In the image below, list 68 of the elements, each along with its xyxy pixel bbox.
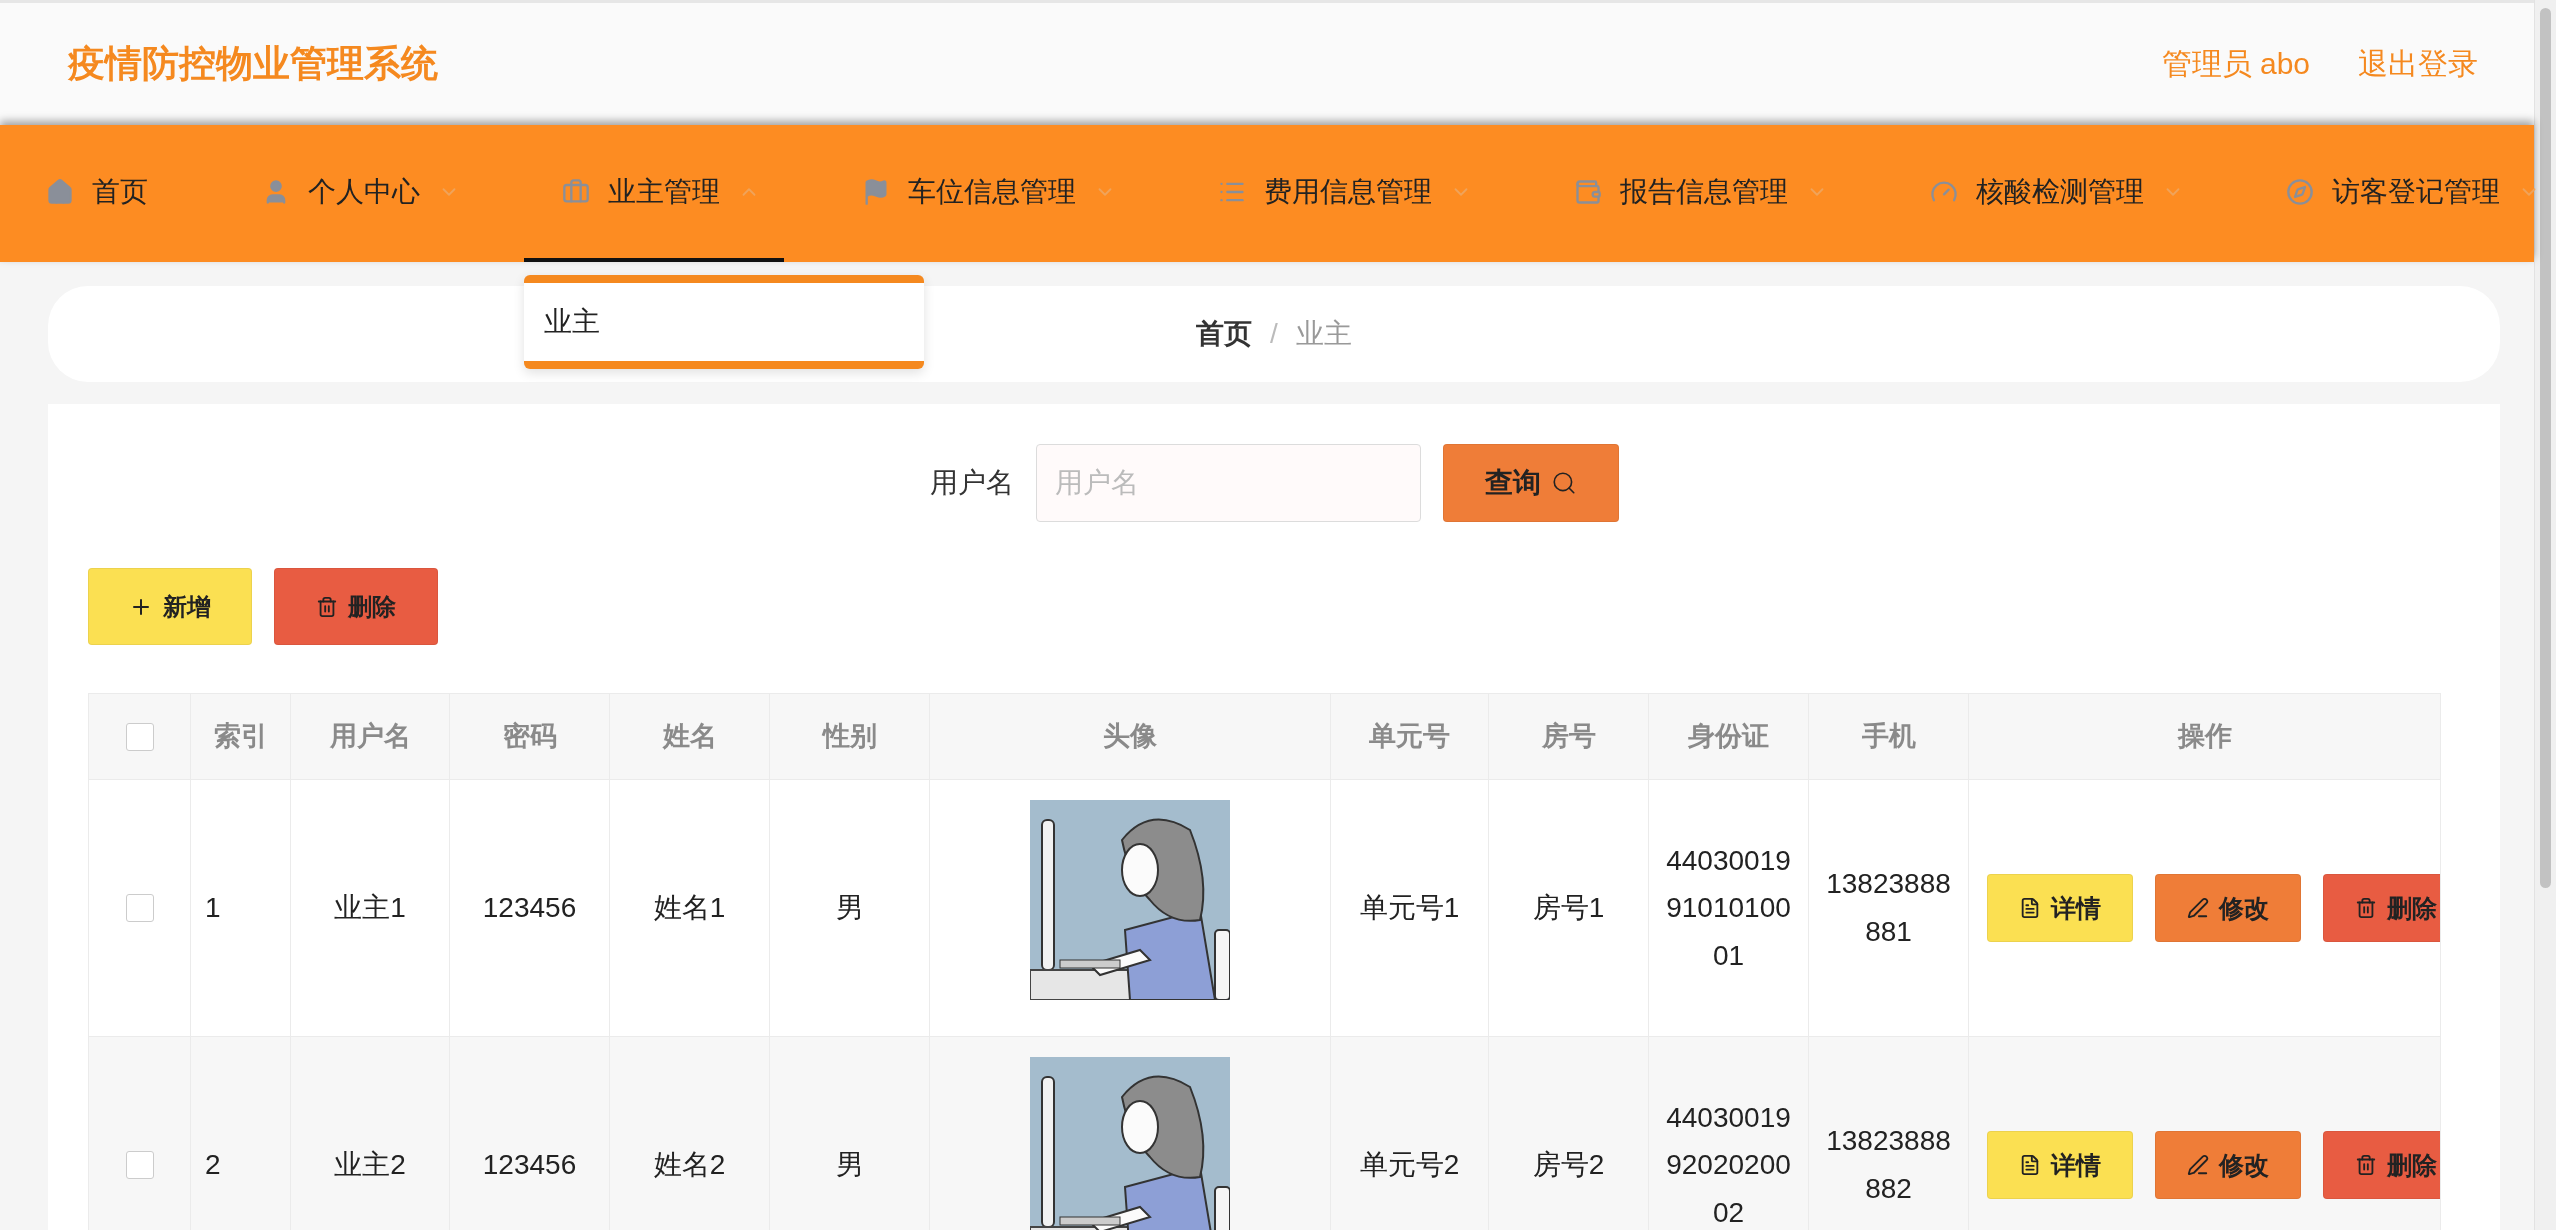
trash-icon xyxy=(2355,1154,2377,1176)
nav-menu-item[interactable]: 车位信息管理 xyxy=(824,125,1140,262)
document-icon xyxy=(2019,1154,2041,1176)
column-header: 单元号 xyxy=(1331,694,1489,780)
details-button[interactable]: 详情 xyxy=(1987,874,2133,942)
table-cell-text: 单元号2 xyxy=(1359,1148,1460,1183)
checkbox[interactable] xyxy=(125,722,154,751)
details-button[interactable]: 详情 xyxy=(1987,1131,2133,1199)
column-header: 手机 xyxy=(1809,694,1969,780)
pen-icon xyxy=(2187,1154,2209,1176)
column-header: 性别 xyxy=(770,694,930,780)
table-cell-text: 440300199202020002 xyxy=(1665,1100,1792,1230)
username-input[interactable]: 用户名 xyxy=(1035,444,1421,522)
table-cell-text: 房号1 xyxy=(1532,891,1605,926)
nav-menu-item[interactable]: 首页 xyxy=(40,125,204,262)
home-icon xyxy=(46,177,74,206)
dropdown-item[interactable]: 业主 xyxy=(524,283,924,361)
add-button[interactable]: 新增 xyxy=(88,568,252,645)
table-cell-text: 123456 xyxy=(482,891,577,926)
column-header: 密码 xyxy=(450,694,610,780)
breadcrumb-item: 业主 xyxy=(1295,317,1352,351)
pen-icon xyxy=(2187,897,2209,919)
delete-button[interactable]: 删除 xyxy=(2323,874,2440,942)
column-header: 姓名 xyxy=(610,694,770,780)
table-cell-text: 房号2 xyxy=(1532,1148,1605,1183)
nav-menu-item[interactable]: 访客登记管理 xyxy=(2248,125,2556,262)
column-header: 房号 xyxy=(1489,694,1649,780)
nav-menu-item[interactable]: 业主管理 xyxy=(524,125,784,262)
breadcrumb-item[interactable]: 首页 xyxy=(1196,315,1253,353)
table-cell-text: 单元号1 xyxy=(1359,891,1460,926)
table-cell-text: 440300199101010001 xyxy=(1665,843,1792,973)
nav-menu-item[interactable]: 核酸检测管理 xyxy=(1892,125,2208,262)
table-cell-text: 123456 xyxy=(482,1148,577,1183)
delete-button[interactable]: 删除 xyxy=(2323,1131,2440,1199)
briefcase-icon xyxy=(562,177,590,206)
breadcrumb-separator: / xyxy=(1270,318,1278,350)
edit-button[interactable]: 修改 xyxy=(2155,874,2301,942)
checkbox[interactable] xyxy=(125,894,154,922)
search-button[interactable]: 查询 xyxy=(1442,444,1619,522)
compass-icon xyxy=(2286,177,2314,206)
table-cell-text: 姓名2 xyxy=(653,1148,726,1183)
field-label: 用户名 xyxy=(929,466,1014,500)
table-cell-text: 13823888881 xyxy=(1825,867,1952,949)
checkbox[interactable] xyxy=(125,1151,154,1179)
table-cell-text: 姓名1 xyxy=(653,891,726,926)
nav-menu-item[interactable]: 报告信息管理 xyxy=(1536,125,1852,262)
table-cell-text: 2 xyxy=(205,1148,221,1183)
table-cell-text: 业主2 xyxy=(334,1148,406,1183)
document-icon xyxy=(2019,897,2041,919)
table-cell-text: 男 xyxy=(835,891,864,926)
scrollbar[interactable] xyxy=(2534,0,2556,1230)
table-cell-text: 男 xyxy=(835,1148,864,1183)
nav-menu-item[interactable]: 费用信息管理 xyxy=(1180,125,1496,262)
column-header: 头像 xyxy=(930,694,1331,780)
delete-button[interactable]: 删除 xyxy=(274,568,438,645)
column-header: 用户名 xyxy=(291,694,450,780)
edit-button[interactable]: 修改 xyxy=(2155,1131,2301,1199)
wallet-icon xyxy=(1574,177,1602,206)
table-cell-text: 业主1 xyxy=(334,891,406,926)
column-header: 索引 xyxy=(191,694,291,780)
table-cell-text: 1 xyxy=(205,891,221,926)
column-header: 操作 xyxy=(1969,694,2441,780)
app-title: 疫情防控物业管理系统 xyxy=(68,42,438,86)
trash-icon xyxy=(316,595,338,618)
nav-menu-item[interactable]: 个人中心 xyxy=(224,125,484,262)
column-header: 身份证 xyxy=(1649,694,1809,780)
trash-icon xyxy=(2355,897,2377,919)
table-cell-text: 13823888882 xyxy=(1825,1124,1952,1206)
